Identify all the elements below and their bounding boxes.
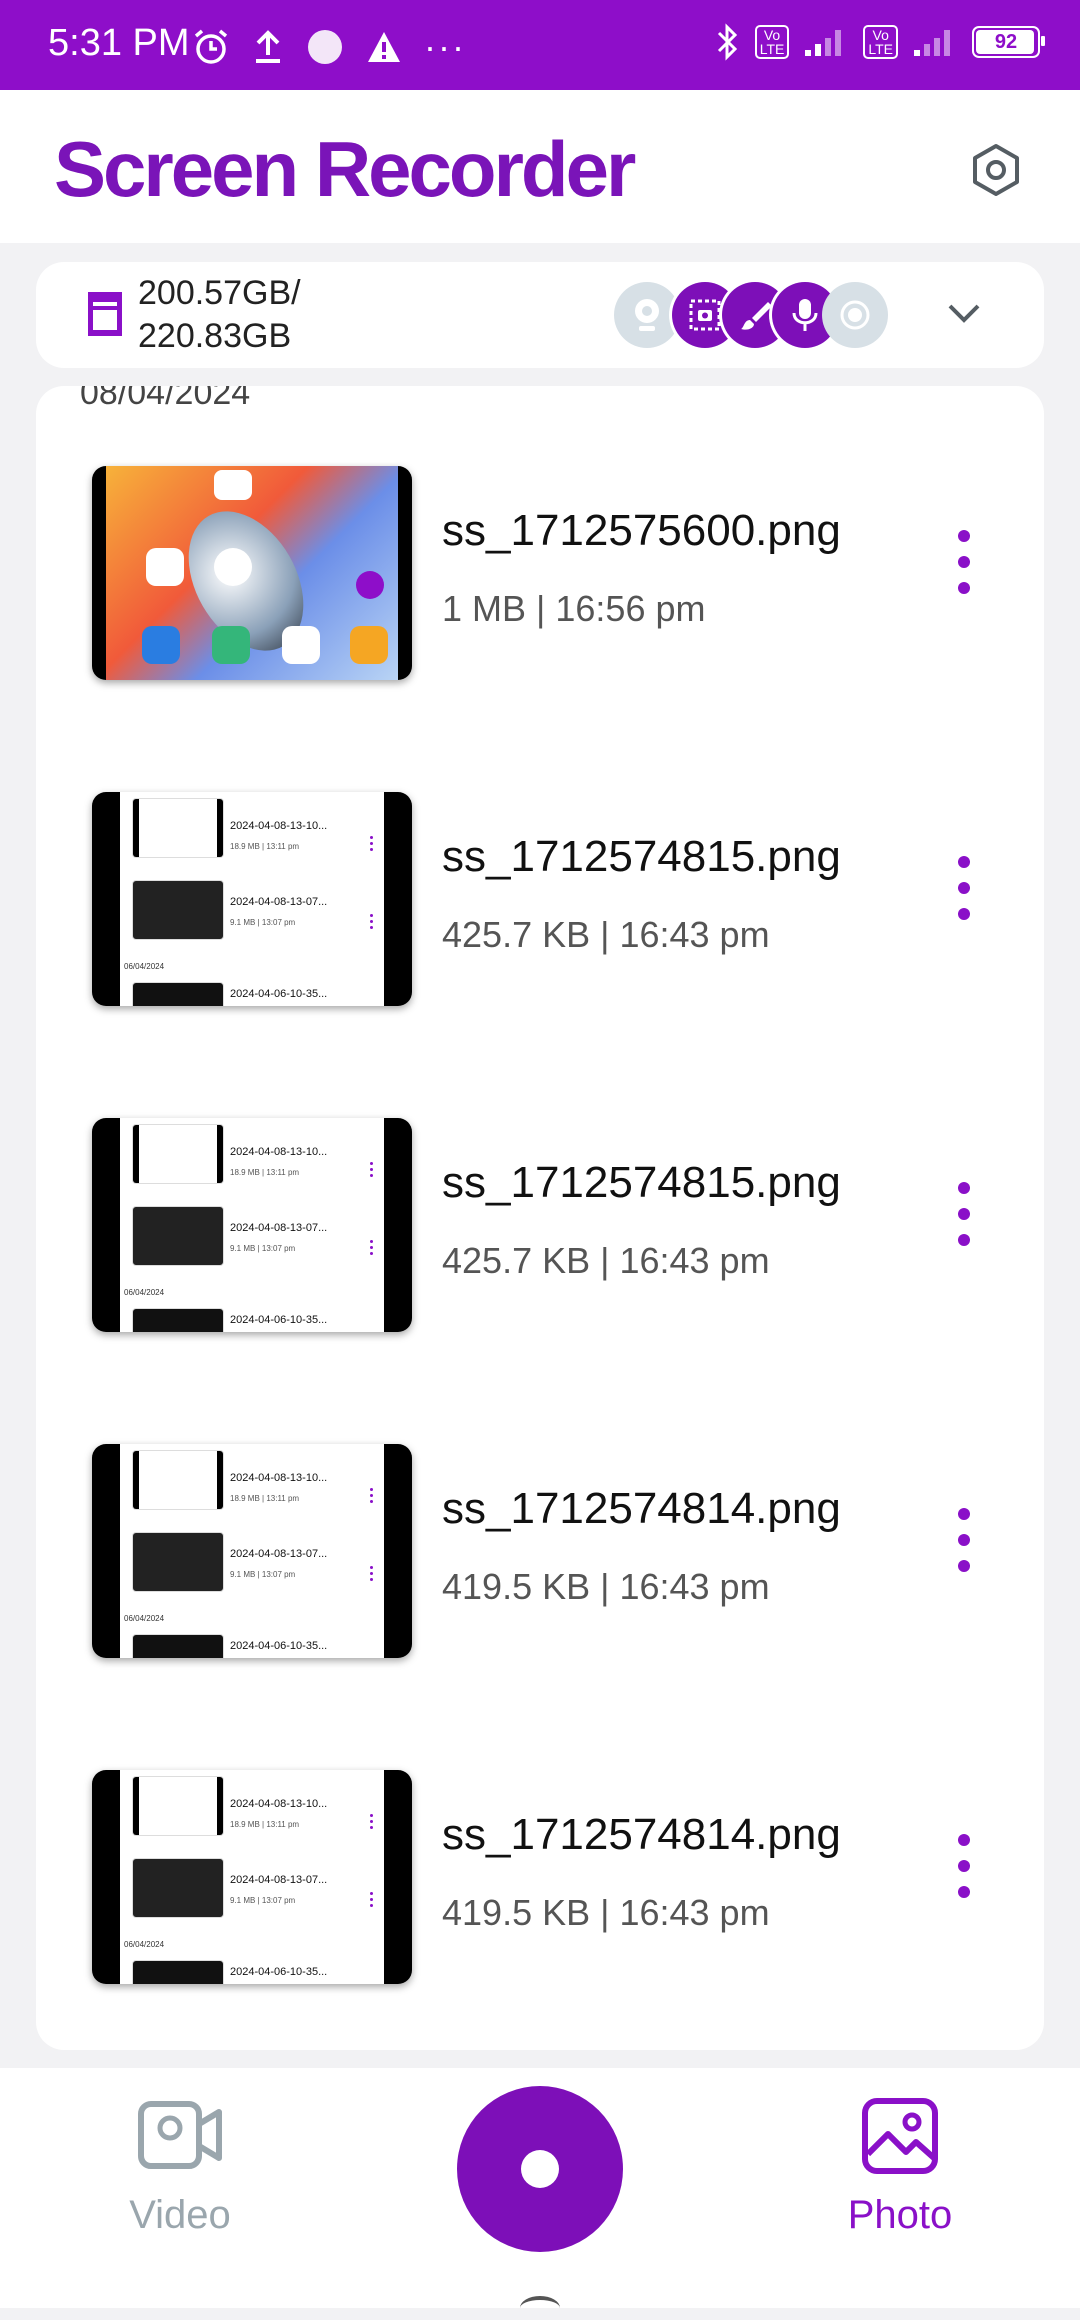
file-meta: 425.7 KB | 16:43 pm: [442, 914, 770, 955]
screenshot-list: 08/04/2024 ss_1712575600.png 1 MB | 16:5…: [36, 386, 1044, 2050]
status-right-icons: Vo LTE Vo LTE 92: [715, 22, 1045, 62]
volte-icon: Vo LTE: [754, 25, 790, 59]
signal-icon: [805, 30, 842, 56]
thumbnail-image: 2024-04-08-13-10... 18.9 MB | 13:11 pm 2…: [92, 1444, 412, 1658]
more-options-icon[interactable]: [954, 856, 974, 926]
list-item[interactable]: 2024-04-08-13-10... 18.9 MB | 13:11 pm 2…: [36, 1770, 1044, 1986]
nav-photo-label: Photo: [847, 2193, 953, 2237]
file-name: ss_1712574814.png: [442, 1810, 841, 1859]
file-meta: 1 MB | 16:56 pm: [442, 588, 706, 629]
sd-card-icon: [88, 292, 122, 336]
storage-usage: 200.57GB/ 220.83GB: [138, 272, 301, 358]
status-left-icons: ···: [192, 26, 466, 68]
alarm-icon: [194, 29, 228, 64]
record-button[interactable]: [457, 2086, 623, 2252]
settings-icon[interactable]: [968, 142, 1024, 198]
webcam-icon: [635, 299, 659, 331]
record-tool-button[interactable]: [822, 282, 888, 348]
file-name: ss_1712574815.png: [442, 1158, 841, 1207]
upload-icon: [256, 30, 280, 63]
more-options-icon[interactable]: [954, 530, 974, 600]
nav-video-label: Video: [129, 2193, 231, 2237]
app-title: Screen Recorder: [54, 125, 636, 213]
status-bar: 5:31 PM ··· Vo LTE Vo LTE 92: [0, 0, 1080, 90]
storage-used: 200.57GB/: [138, 274, 301, 312]
thumbnail-image: 2024-04-08-13-10... 18.9 MB | 13:11 pm 2…: [92, 1118, 412, 1332]
file-name: ss_1712574815.png: [442, 832, 841, 881]
nav-photo[interactable]: Photo: [810, 2096, 990, 2238]
list-item[interactable]: 2024-04-08-13-10... 18.9 MB | 13:11 pm 2…: [36, 1118, 1044, 1334]
file-name: ss_1712574814.png: [442, 1484, 841, 1533]
storage-total: 220.83GB: [138, 317, 292, 355]
circle-icon: [308, 30, 342, 64]
thumbnail-image: [92, 466, 412, 680]
video-camera-icon: [138, 2101, 222, 2169]
bluetooth-icon: [717, 23, 737, 61]
camera-overlay-button[interactable]: [614, 282, 680, 348]
list-item[interactable]: 2024-04-08-13-10... 18.9 MB | 13:11 pm 2…: [36, 792, 1044, 1008]
brush-icon: [741, 302, 772, 330]
photo-icon: [862, 2098, 938, 2174]
status-time: 5:31 PM: [48, 22, 190, 64]
tool-strip: [614, 282, 924, 348]
more-options-icon[interactable]: [954, 1834, 974, 1904]
file-meta: 419.5 KB | 16:43 pm: [442, 1566, 770, 1607]
more-options-icon[interactable]: [954, 1508, 974, 1578]
gesture-hint: [520, 2296, 560, 2320]
list-item[interactable]: ss_1712575600.png 1 MB | 16:56 pm: [36, 466, 1044, 682]
chevron-down-icon[interactable]: [944, 298, 984, 328]
record-dot-icon: [521, 2150, 559, 2188]
signal-icon-2: [914, 30, 950, 56]
date-header: 08/04/2024: [80, 386, 251, 412]
file-meta: 425.7 KB | 16:43 pm: [442, 1240, 770, 1281]
volte-icon-2: Vo LTE: [863, 25, 898, 59]
nav-video[interactable]: Video: [90, 2096, 270, 2238]
bottom-navigation: Video Photo: [0, 2068, 1080, 2308]
screenshot-icon: [689, 299, 721, 331]
record-circle-icon: [840, 300, 870, 330]
file-meta: 419.5 KB | 16:43 pm: [442, 1892, 770, 1933]
more-notifications-icon: ···: [424, 26, 466, 67]
thumbnail-image: 2024-04-08-13-10... 18.9 MB | 13:11 pm 2…: [92, 1770, 412, 1984]
thumbnail-image: 2024-04-08-13-10... 18.9 MB | 13:11 pm 2…: [92, 792, 412, 1006]
microphone-icon: [792, 299, 818, 331]
app-header: Screen Recorder: [0, 90, 1080, 243]
battery-level: 92: [994, 30, 1018, 53]
more-options-icon[interactable]: [954, 1182, 974, 1252]
list-item[interactable]: 2024-04-08-13-10... 18.9 MB | 13:11 pm 2…: [36, 1444, 1044, 1660]
storage-card: 200.57GB/ 220.83GB: [36, 262, 1044, 368]
warning-icon: [368, 32, 400, 62]
battery-icon: 92: [972, 26, 1045, 58]
file-name: ss_1712575600.png: [442, 506, 841, 555]
